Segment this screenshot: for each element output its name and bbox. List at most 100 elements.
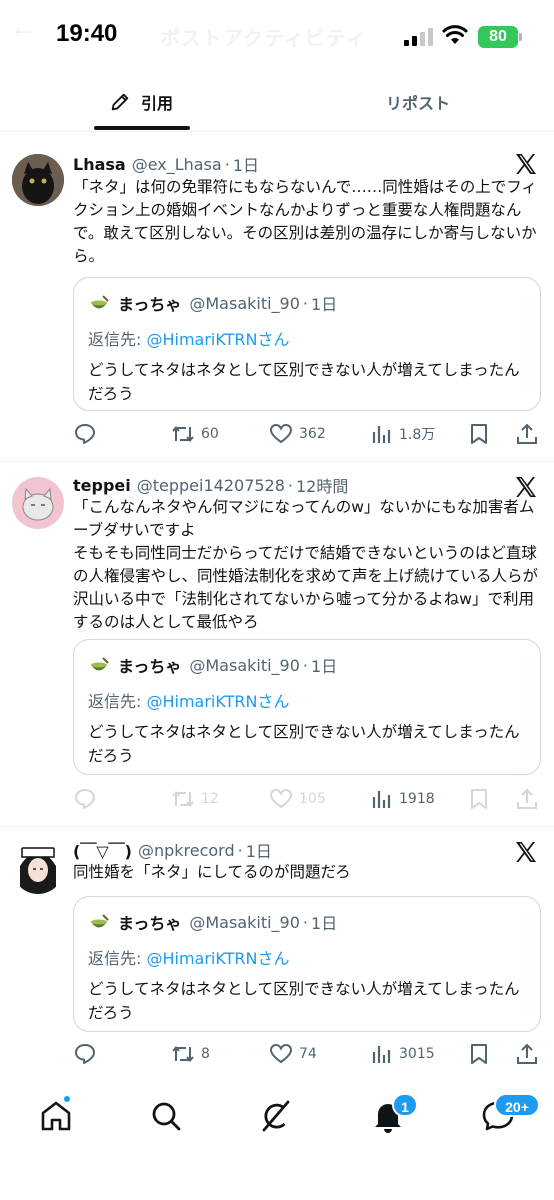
views-button[interactable]: 3015: [369, 1040, 435, 1068]
separator-dot: ·: [224, 154, 230, 174]
like-count: 74: [299, 1046, 317, 1062]
author-handle[interactable]: @ex_Lhasa: [132, 155, 222, 174]
status-time: 19:40: [56, 20, 118, 47]
reply-to-line: 返信先: @HimariKTRNさん: [88, 688, 290, 712]
avatar[interactable]: [12, 154, 64, 206]
home-unread-dot: [62, 1094, 72, 1104]
reply-button[interactable]: [73, 1040, 103, 1068]
bookmark-button[interactable]: [467, 785, 497, 813]
quoted-post-text: どうしてネタはネタとして区別できない人が増えてしまったんだろう: [88, 361, 520, 403]
bookmark-icon: [471, 424, 487, 444]
reply-to-line: 返信先: @HimariKTRNさん: [88, 945, 290, 969]
bookmark-button[interactable]: [467, 420, 497, 448]
view-count: 1918: [399, 791, 435, 807]
nav-notifications[interactable]: 1: [370, 1093, 418, 1134]
status-bar: ← ポストアクティビティ 19:40 80: [0, 0, 554, 72]
quoted-avatar: [88, 911, 110, 933]
post-header: Lhasa @ex_Lhasa · 1日: [73, 152, 259, 176]
quoted-author-handle: @Masakiti_90: [189, 655, 300, 675]
tab-reposts-label: リポスト: [385, 94, 450, 113]
reply-to-prefix: 返信先:: [88, 692, 147, 711]
reply-icon: [75, 1044, 95, 1064]
tab-quotes-label: 引用: [140, 94, 173, 113]
reply-to-prefix: 返信先:: [88, 949, 147, 968]
post-time[interactable]: 1日: [246, 838, 272, 862]
quoted-post-header: まっちゃ @Masakiti_90 · 1日: [88, 654, 337, 676]
quoted-post[interactable]: まっちゃ @Masakiti_90 · 1日 返信先: @HimariKTRNさ…: [73, 896, 541, 1032]
bookmark-button[interactable]: [467, 1040, 497, 1068]
quoted-avatar: [88, 654, 110, 676]
tab-quotes[interactable]: 引用: [92, 72, 190, 132]
quoted-author-handle: @Masakiti_90: [189, 293, 300, 313]
messages-badge: 20+: [494, 1093, 540, 1117]
active-tab-indicator: [94, 126, 190, 130]
author-name[interactable]: teppei: [73, 476, 131, 495]
reply-to-mention[interactable]: @HimariKTRNさん: [146, 330, 289, 349]
quoted-post[interactable]: まっちゃ @Masakiti_90 · 1日 返信先: @HimariKTRNさ…: [73, 277, 541, 411]
reply-button[interactable]: [73, 785, 103, 813]
x-logo-icon: [516, 154, 536, 174]
repost-icon: [172, 1045, 194, 1063]
nav-home[interactable]: [38, 1094, 74, 1134]
avatar[interactable]: [12, 842, 64, 894]
post[interactable]: teppei @teppei14207528 · 12時間 「こんなんネタやん何…: [0, 463, 554, 827]
avatar[interactable]: [12, 477, 64, 529]
post-actions: 8 74 3015: [73, 1040, 543, 1068]
repost-count: 60: [201, 426, 219, 442]
repost-button[interactable]: 60: [171, 420, 219, 448]
post[interactable]: (￣▽￣) @npkrecord · 1日 同性婚を「ネタ」にしてるのが問題だろ…: [0, 828, 554, 1080]
nav-messages[interactable]: 20+: [480, 1093, 540, 1134]
reply-to-mention[interactable]: @HimariKTRNさん: [146, 949, 289, 968]
battery-tip: [519, 33, 522, 41]
separator-dot: ·: [287, 475, 293, 495]
author-handle[interactable]: @npkrecord: [138, 841, 235, 860]
nav-search[interactable]: [148, 1098, 184, 1134]
author-name[interactable]: Lhasa: [73, 155, 126, 174]
view-count: 1.8万: [399, 427, 436, 443]
post-text: 「こんなんネタやん何マジになってんのw」ないかにもな加害者ムーブダサいですよ そ…: [73, 498, 539, 631]
like-button[interactable]: 74: [269, 1040, 317, 1068]
like-button[interactable]: 362: [269, 420, 326, 448]
battery-indicator: 80: [478, 26, 518, 48]
repost-button[interactable]: 8: [171, 1040, 210, 1068]
nav-grok[interactable]: [258, 1098, 294, 1134]
post-time[interactable]: 12時間: [296, 473, 348, 497]
view-count: 3015: [399, 1046, 435, 1062]
back-arrow-icon[interactable]: ←: [14, 20, 32, 45]
notifications-badge: 1: [392, 1093, 418, 1117]
heart-icon: [269, 788, 293, 809]
share-button[interactable]: [515, 785, 545, 813]
repost-button[interactable]: 12: [171, 785, 219, 813]
reply-to-mention[interactable]: @HimariKTRNさん: [146, 692, 289, 711]
quoted-post[interactable]: まっちゃ @Masakiti_90 · 1日 返信先: @HimariKTRNさ…: [73, 639, 541, 775]
like-button[interactable]: 105: [269, 785, 326, 813]
post-header: (￣▽￣) @npkrecord · 1日: [73, 838, 272, 862]
author-handle[interactable]: @teppei14207528: [137, 476, 285, 495]
post-text: 同性婚を「ネタ」にしてるのが問題だろ: [73, 863, 351, 881]
share-icon: [517, 1043, 537, 1064]
post-header: teppei @teppei14207528 · 12時間: [73, 473, 348, 497]
author-name[interactable]: (￣▽￣): [73, 838, 132, 862]
share-button[interactable]: [515, 420, 545, 448]
tab-bar: 引用 リポスト: [0, 72, 554, 132]
reply-button[interactable]: [73, 420, 103, 448]
reply-to-line: 返信先: @HimariKTRNさん: [88, 326, 290, 350]
wifi-icon: [442, 25, 468, 44]
quoted-post-header: まっちゃ @Masakiti_90 · 1日: [88, 911, 337, 933]
post-time[interactable]: 1日: [233, 152, 259, 176]
search-icon: [152, 1102, 181, 1131]
views-chart-icon: [372, 1046, 391, 1063]
post[interactable]: Lhasa @ex_Lhasa · 1日 「ネタ」は何の免罪符にもならないんで……: [0, 140, 554, 462]
quoted-post-time: 1日: [311, 295, 338, 314]
separator-dot: ·: [302, 655, 309, 675]
quoted-author-name: まっちゃ: [118, 657, 182, 676]
heart-icon: [269, 1043, 293, 1064]
quoted-post-time: 1日: [311, 914, 338, 933]
views-button[interactable]: 1918: [369, 785, 435, 813]
share-button[interactable]: [515, 1040, 545, 1068]
views-button[interactable]: 1.8万: [369, 420, 435, 448]
quoted-post-header: まっちゃ @Masakiti_90 · 1日: [88, 292, 337, 314]
tab-reposts[interactable]: リポスト: [360, 72, 476, 132]
like-count: 362: [299, 426, 326, 442]
views-chart-icon: [372, 791, 391, 808]
